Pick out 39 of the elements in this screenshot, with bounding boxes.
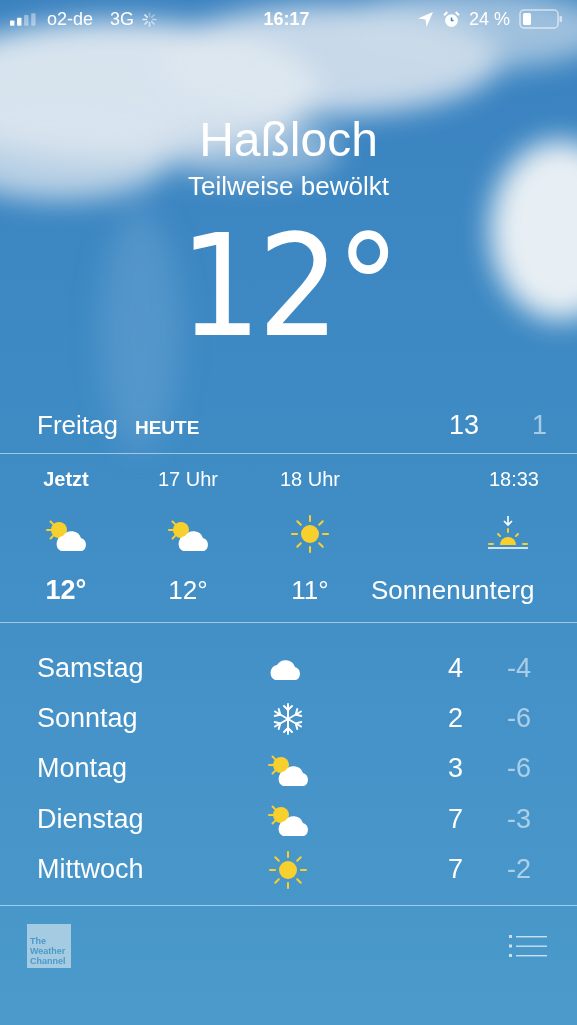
weekday-label: Freitag [37, 410, 118, 441]
network-type: 3G [110, 8, 135, 30]
high-temperature: 3 [446, 753, 463, 785]
battery-percent: 24 % [468, 8, 510, 30]
list-icon[interactable] [509, 933, 549, 958]
low-temperature: -6 [506, 703, 531, 735]
battery-icon [519, 9, 563, 29]
high-temperature: 13 [447, 410, 479, 441]
low-temperature: 1 [530, 410, 547, 441]
hour-label: Jetzt [43, 467, 89, 492]
high-temperature: 2 [446, 703, 463, 735]
low-temperature: -6 [506, 753, 531, 785]
weekday-label: Sonntag [37, 703, 139, 735]
high-temperature: 4 [446, 652, 463, 684]
current-temperature: 12° [179, 212, 398, 362]
high-temperature: 7 [446, 854, 463, 886]
weekday-label: Montag [37, 753, 129, 785]
weekday-label: Dienstag [37, 803, 145, 835]
weekday-label: Mittwoch [37, 854, 145, 886]
hour-value: 12° [168, 574, 208, 606]
low-temperature: -4 [506, 652, 531, 684]
weather-condition: Teilweise bewölkt [188, 170, 389, 202]
weekday-label: Samstag [37, 652, 145, 684]
hour-value: Sonnenunterg [371, 574, 535, 606]
high-temperature: 7 [446, 803, 463, 835]
low-temperature: -2 [506, 854, 531, 886]
hour-label: 18:33 [488, 467, 539, 492]
weather-channel-logo[interactable]: The Weather Channel [27, 923, 71, 968]
low-temperature: -3 [506, 803, 531, 835]
activity-spinner-icon [141, 10, 159, 28]
hour-label: 18 Uhr [280, 467, 340, 492]
today-label: HEUTE [134, 417, 200, 439]
location-arrow-icon [416, 10, 434, 28]
hour-value: 11° [291, 574, 329, 606]
hour-label: 17 Uhr [158, 467, 218, 492]
carrier-name: o2-de [47, 8, 94, 30]
alarm-clock-icon [442, 10, 460, 28]
hour-value: 12° [45, 574, 87, 606]
clock-time: 16:17 [263, 8, 310, 30]
